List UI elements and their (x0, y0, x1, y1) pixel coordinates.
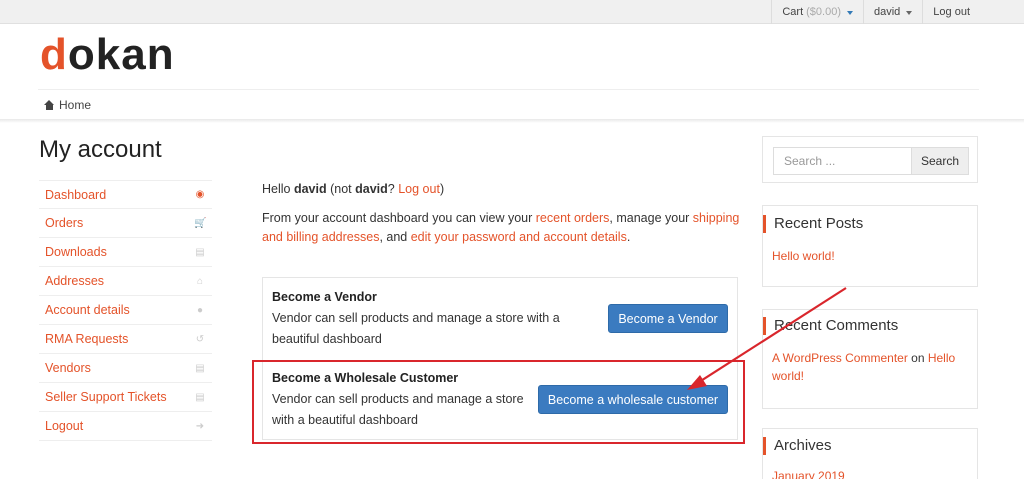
cart-icon: 🛒 (194, 217, 207, 229)
archives-title: Archives (763, 437, 977, 455)
top-menu: Cart ($0.00) david Log out (771, 0, 980, 24)
user-name: david (874, 6, 901, 18)
logo-first-letter: d (40, 30, 68, 79)
nav-item-label: RMA Requests (45, 332, 129, 346)
highlight-box (252, 360, 745, 444)
comment-post-link[interactable]: Hello (928, 351, 955, 365)
page-title: My account (39, 136, 162, 163)
cart-label: Cart (782, 6, 804, 18)
become-vendor-button[interactable]: Become a Vendor (608, 304, 728, 333)
greeting-text: (not (326, 182, 356, 196)
home-icon (44, 99, 55, 110)
comment-author-link[interactable]: A WordPress Commenter (772, 351, 908, 365)
dashboard-intro: From your account dashboard you can view… (262, 209, 742, 247)
nav-item-downloads[interactable]: Downloads ▤ (39, 238, 212, 267)
comment-post-link[interactable]: world! (772, 369, 804, 383)
nav-item-dashboard[interactable]: Dashboard ◉ (39, 180, 212, 209)
nav-item-logout[interactable]: Logout ➜ (39, 412, 212, 441)
cart-amount: ($0.00) (806, 6, 841, 18)
undo-icon: ↺ (195, 333, 205, 345)
nav-item-label: Logout (45, 419, 84, 433)
recent-orders-link[interactable]: recent orders (536, 211, 610, 225)
file-icon: ▤ (195, 362, 205, 374)
chevron-down-icon (847, 10, 853, 15)
recent-comments-widget: Recent Comments A WordPress Commenter on… (762, 309, 978, 409)
file-icon: ▤ (195, 391, 205, 403)
greeting-text: ) (439, 182, 445, 196)
recent-comments-title: Recent Comments (763, 317, 977, 335)
intro-text: , and (379, 230, 411, 244)
user-icon: ● (196, 304, 204, 316)
top-bar: Cart ($0.00) david Log out (0, 0, 1024, 24)
nav-item-account-details[interactable]: Account details ● (39, 296, 212, 325)
nav-item-label: Vendors (45, 361, 91, 375)
search-input[interactable]: Search ... (773, 147, 912, 175)
sign-out-icon: ➜ (195, 420, 205, 432)
logout-link[interactable]: Log out (922, 0, 980, 24)
intro-text: , manage your (609, 211, 693, 225)
chevron-down-icon (906, 10, 913, 15)
nav-item-label: Orders (45, 216, 84, 230)
breadcrumb: Home (38, 89, 979, 119)
comment-on-text: on (907, 351, 928, 365)
intro-text: . (626, 230, 631, 244)
dashboard-icon: ◉ (195, 189, 205, 200)
nav-item-label: Account details (45, 303, 130, 317)
recent-comment: A WordPress Commenter on Hello world! (763, 335, 977, 385)
nav-item-label: Addresses (45, 274, 105, 288)
account-nav: Dashboard ◉ Orders 🛒 Downloads ▤ Address… (39, 180, 212, 441)
account-content: Hello david (not david? Log out) From yo… (262, 180, 742, 257)
recent-posts-widget: Recent Posts Hello world! (762, 205, 978, 287)
greeting: Hello david (not david? Log out) (262, 180, 742, 199)
greeting-text: Hello (262, 182, 294, 196)
header-divider (0, 119, 1024, 123)
search-button[interactable]: Search (911, 147, 969, 175)
greeting-user: david (355, 182, 388, 196)
file-icon: ▤ (195, 246, 205, 258)
recent-post-link[interactable]: Hello world! (772, 249, 835, 263)
greeting-logout-link[interactable]: Log out (398, 182, 440, 196)
intro-text: From your account dashboard you can view… (262, 211, 536, 225)
home-icon: ⌂ (196, 275, 204, 287)
breadcrumb-home[interactable]: Home (59, 98, 91, 112)
nav-item-seller-support-tickets[interactable]: Seller Support Tickets ▤ (39, 383, 212, 412)
nav-item-addresses[interactable]: Addresses ⌂ (39, 267, 212, 296)
nav-item-label: Dashboard (45, 187, 107, 202)
logo-rest: okan (67, 30, 175, 79)
recent-posts-title: Recent Posts (763, 215, 977, 233)
archives-widget: Archives January 2019 (762, 428, 978, 479)
nav-item-rma-requests[interactable]: RMA Requests ↺ (39, 325, 212, 354)
user-menu[interactable]: david (863, 0, 922, 24)
nav-item-label: Downloads (45, 245, 107, 259)
nav-item-label: Seller Support Tickets (45, 390, 167, 404)
nav-item-vendors[interactable]: Vendors ▤ (39, 354, 212, 383)
search-widget: Search ... Search (762, 136, 978, 183)
archive-link[interactable]: January 2019 (772, 469, 845, 479)
greeting-user: david (293, 182, 327, 196)
account-details-link[interactable]: edit your password and account details (411, 230, 627, 244)
site-logo[interactable]: dokan (40, 27, 175, 83)
nav-item-orders[interactable]: Orders 🛒 (39, 209, 212, 238)
cart-menu[interactable]: Cart ($0.00) (771, 0, 863, 24)
greeting-text: ? (387, 182, 399, 196)
